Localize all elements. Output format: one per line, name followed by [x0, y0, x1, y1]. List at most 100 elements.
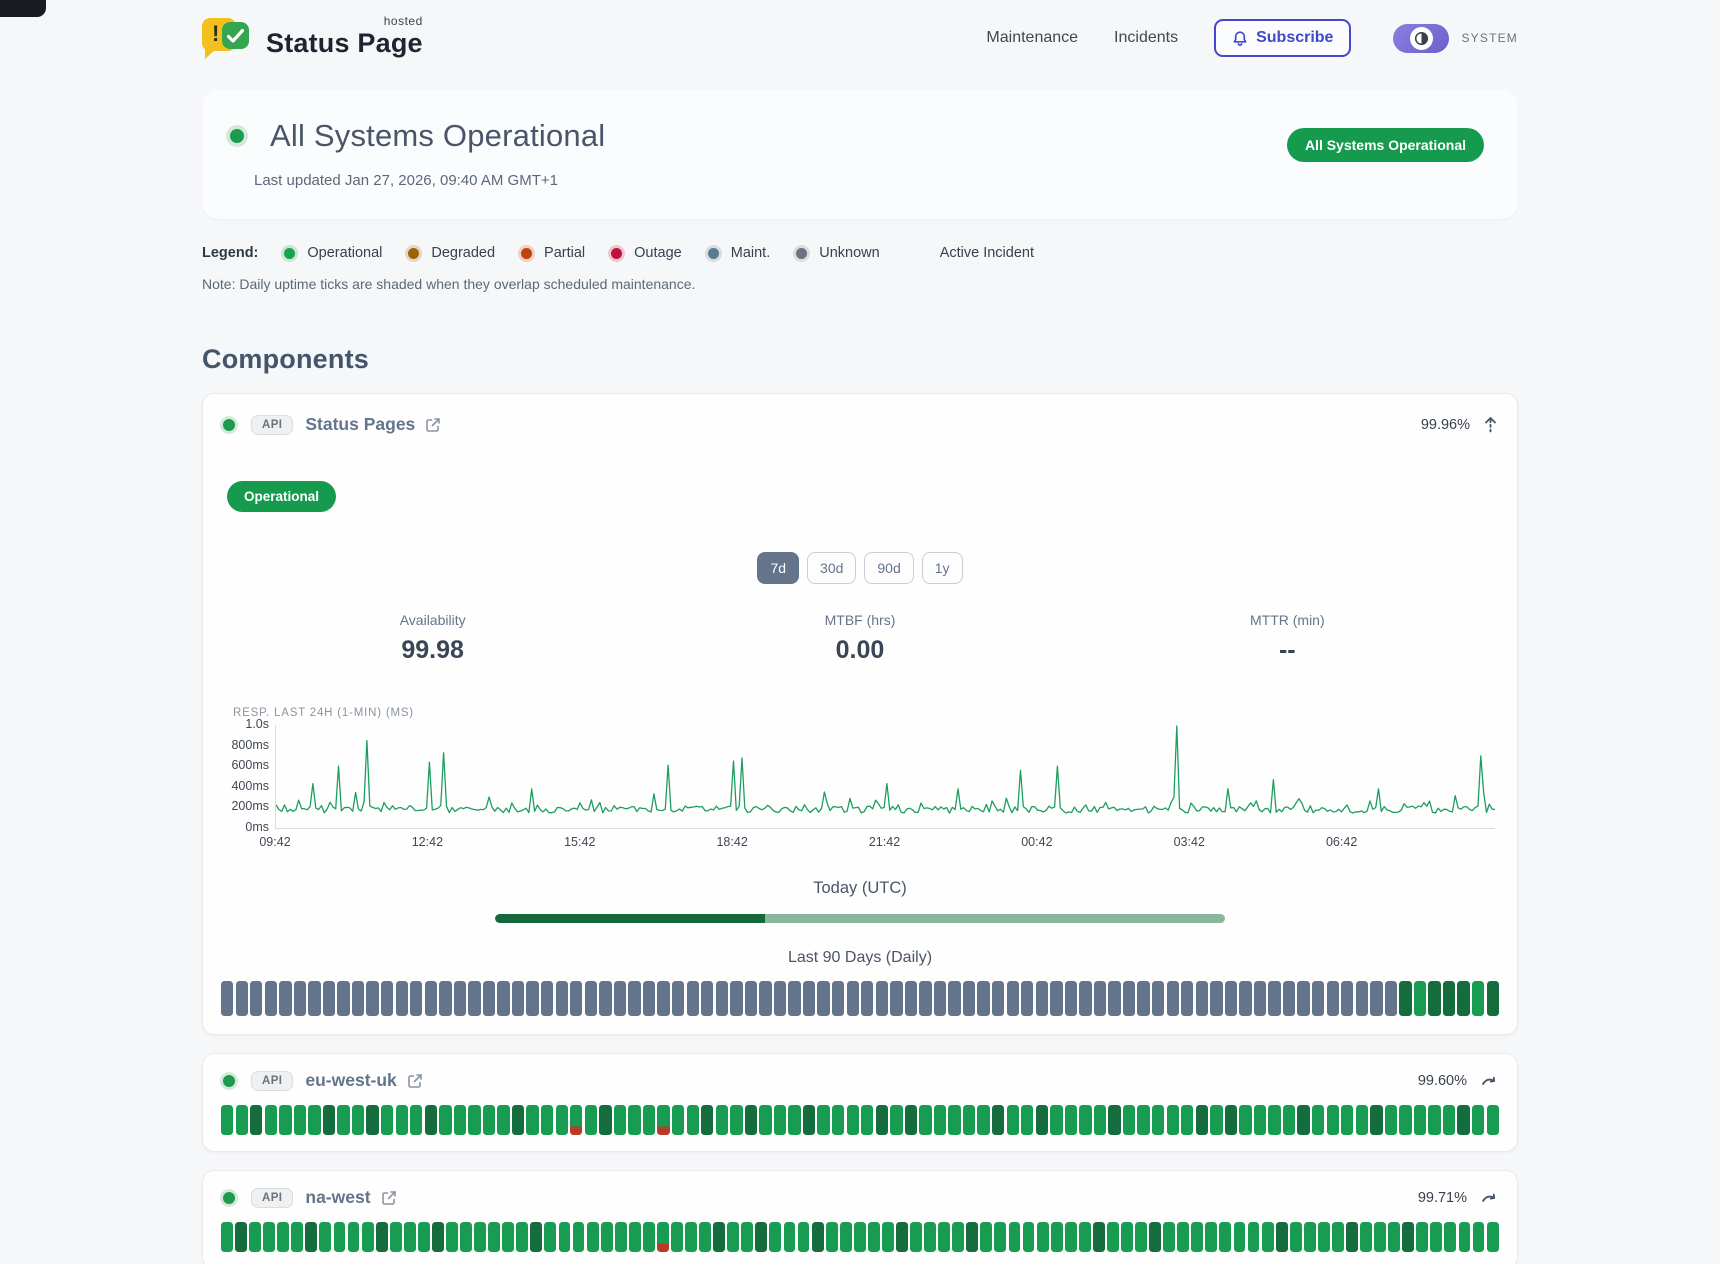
uptime-day-tick[interactable]	[439, 981, 451, 1016]
uptime-day-tick[interactable]	[1177, 1222, 1189, 1252]
uptime-day-tick[interactable]	[454, 1105, 466, 1135]
uptime-day-tick[interactable]	[1225, 981, 1237, 1016]
uptime-day-tick[interactable]	[826, 1222, 838, 1252]
uptime-day-tick[interactable]	[1487, 981, 1499, 1016]
uptime-day-tick[interactable]	[446, 1222, 458, 1252]
uptime-day-tick[interactable]	[803, 981, 815, 1016]
uptime-day-tick[interactable]	[861, 1105, 873, 1135]
uptime-day-tick[interactable]	[323, 1105, 335, 1135]
uptime-day-tick[interactable]	[1402, 1222, 1414, 1252]
uptime-day-tick[interactable]	[570, 1105, 582, 1135]
uptime-day-tick[interactable]	[425, 1105, 437, 1135]
uptime-day-tick[interactable]	[919, 981, 931, 1016]
uptime-day-tick[interactable]	[483, 981, 495, 1016]
uptime-day-tick[interactable]	[1065, 981, 1077, 1016]
uptime-day-tick[interactable]	[643, 981, 655, 1016]
uptime-day-tick[interactable]	[376, 1222, 388, 1252]
uptime-day-tick[interactable]	[861, 981, 873, 1016]
uptime-day-tick[interactable]	[1297, 981, 1309, 1016]
uptime-day-tick[interactable]	[1428, 981, 1440, 1016]
uptime-day-tick[interactable]	[980, 1222, 992, 1252]
uptime-day-tick[interactable]	[432, 1222, 444, 1252]
uptime-day-tick[interactable]	[291, 1222, 303, 1252]
uptime-day-tick[interactable]	[1009, 1222, 1021, 1252]
uptime-day-tick[interactable]	[701, 1105, 713, 1135]
uptime-day-tick[interactable]	[1167, 981, 1179, 1016]
uptime-day-tick[interactable]	[541, 981, 553, 1016]
uptime-day-tick[interactable]	[410, 981, 422, 1016]
uptime-day-tick[interactable]	[352, 1105, 364, 1135]
uptime-day-tick[interactable]	[672, 981, 684, 1016]
uptime-day-tick[interactable]	[1050, 981, 1062, 1016]
uptime-day-tick[interactable]	[847, 1105, 859, 1135]
uptime-day-tick[interactable]	[1123, 1105, 1135, 1135]
uptime-day-tick[interactable]	[1473, 1222, 1485, 1252]
uptime-day-tick[interactable]	[1457, 981, 1469, 1016]
nav-maintenance[interactable]: Maintenance	[986, 29, 1078, 47]
uptime-day-tick[interactable]	[1152, 981, 1164, 1016]
uptime-day-tick[interactable]	[643, 1222, 655, 1252]
uptime-day-tick[interactable]	[221, 1105, 233, 1135]
uptime-day-tick[interactable]	[305, 1222, 317, 1252]
subscribe-button[interactable]: Subscribe	[1214, 19, 1351, 57]
uptime-day-tick[interactable]	[1234, 1222, 1246, 1252]
uptime-day-tick[interactable]	[716, 1105, 728, 1135]
uptime-day-tick[interactable]	[876, 1105, 888, 1135]
uptime-day-tick[interactable]	[1356, 1105, 1368, 1135]
uptime-day-tick[interactable]	[1152, 1105, 1164, 1135]
uptime-day-tick[interactable]	[832, 1105, 844, 1135]
uptime-day-tick[interactable]	[977, 981, 989, 1016]
uptime-day-tick[interactable]	[1374, 1222, 1386, 1252]
uptime-day-tick[interactable]	[1210, 981, 1222, 1016]
uptime-day-tick[interactable]	[1254, 981, 1266, 1016]
uptime-day-tick[interactable]	[730, 1105, 742, 1135]
uptime-day-tick[interactable]	[1327, 1105, 1339, 1135]
uptime-day-tick[interactable]	[1290, 1222, 1302, 1252]
uptime-day-tick[interactable]	[774, 981, 786, 1016]
uptime-day-tick[interactable]	[474, 1222, 486, 1252]
uptime-day-tick[interactable]	[439, 1105, 451, 1135]
uptime-day-tick[interactable]	[497, 1105, 509, 1135]
uptime-day-tick[interactable]	[905, 981, 917, 1016]
uptime-day-tick[interactable]	[817, 981, 829, 1016]
uptime-day-tick[interactable]	[1108, 1105, 1120, 1135]
uptime-day-tick[interactable]	[1093, 1222, 1105, 1252]
uptime-day-tick[interactable]	[1079, 1105, 1091, 1135]
uptime-day-tick[interactable]	[599, 981, 611, 1016]
uptime-day-tick[interactable]	[425, 981, 437, 1016]
uptime-day-tick[interactable]	[1399, 981, 1411, 1016]
range-button-90d[interactable]: 90d	[864, 552, 913, 584]
uptime-day-tick[interactable]	[279, 1105, 291, 1135]
uptime-day-tick[interactable]	[817, 1105, 829, 1135]
uptime-day-tick[interactable]	[236, 1105, 248, 1135]
range-button-1y[interactable]: 1y	[922, 552, 963, 584]
uptime-day-tick[interactable]	[277, 1222, 289, 1252]
uptime-day-tick[interactable]	[337, 981, 349, 1016]
uptime-day-tick[interactable]	[250, 1105, 262, 1135]
uptime-day-tick[interactable]	[687, 1105, 699, 1135]
uptime-day-tick[interactable]	[840, 1222, 852, 1252]
uptime-day-tick[interactable]	[599, 1105, 611, 1135]
uptime-day-tick[interactable]	[1416, 1222, 1428, 1252]
uptime-day-tick[interactable]	[1262, 1222, 1274, 1252]
expand-icon[interactable]	[1481, 1192, 1497, 1204]
uptime-day-tick[interactable]	[352, 981, 364, 1016]
uptime-day-tick[interactable]	[657, 981, 669, 1016]
uptime-day-tick[interactable]	[1123, 981, 1135, 1016]
uptime-day-tick[interactable]	[992, 981, 1004, 1016]
uptime-day-tick[interactable]	[279, 981, 291, 1016]
uptime-day-tick[interactable]	[890, 981, 902, 1016]
uptime-day-tick[interactable]	[381, 1105, 393, 1135]
uptime-day-tick[interactable]	[1205, 1222, 1217, 1252]
uptime-day-tick[interactable]	[628, 1105, 640, 1135]
uptime-day-tick[interactable]	[769, 1222, 781, 1252]
uptime-day-tick[interactable]	[798, 1222, 810, 1252]
uptime-day-tick[interactable]	[685, 1222, 697, 1252]
uptime-day-tick[interactable]	[1079, 981, 1091, 1016]
range-button-30d[interactable]: 30d	[807, 552, 856, 584]
uptime-day-tick[interactable]	[497, 981, 509, 1016]
uptime-day-tick[interactable]	[963, 981, 975, 1016]
uptime-day-tick[interactable]	[882, 1222, 894, 1252]
uptime-day-tick[interactable]	[544, 1222, 556, 1252]
external-link-icon[interactable]	[381, 1190, 397, 1206]
